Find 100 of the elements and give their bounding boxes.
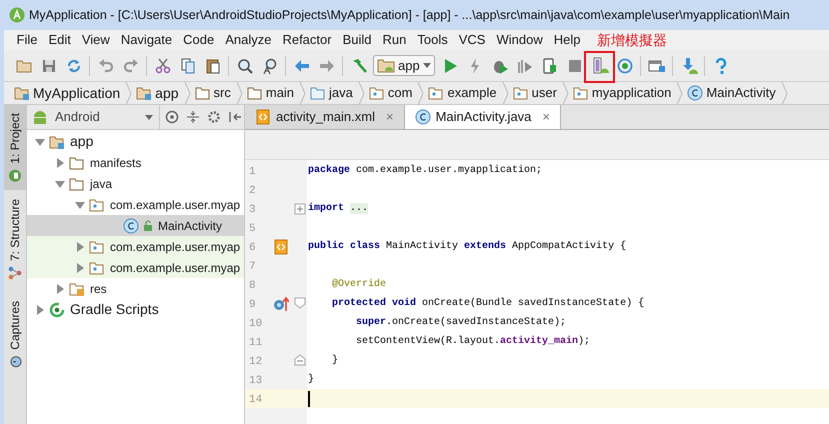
line-number: 3 bbox=[249, 204, 256, 216]
camera-icon bbox=[8, 354, 22, 369]
avd-manager-icon[interactable] bbox=[590, 56, 608, 74]
breadcrumb-item[interactable]: myapplication bbox=[572, 82, 676, 104]
menu-item[interactable]: Code bbox=[178, 30, 220, 50]
replace-icon[interactable] bbox=[260, 56, 278, 74]
tree-item[interactable]: res bbox=[27, 278, 244, 299]
layout-file-icon bbox=[255, 109, 271, 125]
collapsed-arrow-icon[interactable] bbox=[55, 158, 65, 168]
tree-item[interactable]: com.example.user.myap bbox=[27, 257, 244, 278]
breadcrumb-item[interactable]: user bbox=[512, 82, 562, 104]
tool-window-tab[interactable]: 7: Structure bbox=[4, 190, 26, 290]
text-caret bbox=[308, 390, 310, 406]
hide-panel-icon[interactable] bbox=[228, 110, 242, 124]
annotation-label: 新增模擬器 bbox=[597, 31, 667, 49]
code-line: super.onCreate(savedInstanceState); bbox=[355, 316, 566, 330]
menu-item[interactable]: View bbox=[76, 30, 116, 50]
code-line: public class MainActivity extends AppCompatActivity { bbox=[308, 240, 626, 254]
line-number: 2 bbox=[249, 185, 256, 198]
expanded-arrow-icon[interactable] bbox=[35, 136, 45, 146]
menu-item[interactable]: Build bbox=[337, 30, 378, 50]
package-icon bbox=[89, 260, 105, 276]
line-number: 1 bbox=[249, 166, 256, 178]
structure-icon bbox=[8, 266, 22, 281]
cut-icon[interactable] bbox=[154, 56, 172, 74]
line-number: 12 bbox=[249, 356, 262, 368]
device-icon[interactable] bbox=[540, 56, 558, 74]
breadcrumb-item[interactable]: app bbox=[136, 82, 184, 104]
copy-icon[interactable] bbox=[178, 56, 196, 74]
breadcrumb-item[interactable]: java bbox=[310, 82, 358, 104]
fold-marker-icon[interactable] bbox=[294, 354, 306, 367]
tree-item[interactable]: java bbox=[27, 173, 244, 194]
editor-tab[interactable]: MainActivity.java × bbox=[404, 105, 561, 129]
tree-item[interactable]: manifests bbox=[27, 152, 244, 173]
redo-icon[interactable] bbox=[122, 56, 140, 74]
expanded-arrow-icon[interactable] bbox=[75, 200, 85, 210]
menu-item[interactable]: VCS bbox=[453, 30, 491, 50]
expand-fold-icon[interactable] bbox=[294, 202, 306, 215]
tool-window-tab[interactable]: 1: Project bbox=[4, 105, 26, 190]
dropdown-caret-icon bbox=[144, 114, 153, 120]
menu-item[interactable]: File bbox=[11, 30, 43, 50]
run-configuration-dropdown[interactable]: app bbox=[373, 55, 435, 76]
folder-icon bbox=[69, 176, 85, 192]
collapsed-arrow-icon[interactable] bbox=[75, 242, 85, 252]
collapse-icon[interactable] bbox=[186, 110, 200, 124]
breadcrumb-item[interactable]: MyApplication bbox=[14, 82, 126, 104]
folder-icon bbox=[69, 154, 85, 170]
collapsed-arrow-icon[interactable] bbox=[75, 262, 85, 272]
tree-item[interactable]: app bbox=[27, 131, 244, 152]
package-icon bbox=[572, 85, 589, 101]
collapsed-arrow-icon[interactable] bbox=[35, 304, 45, 314]
paste-icon[interactable] bbox=[204, 56, 222, 74]
tree-item[interactable]: com.example.user.myap bbox=[27, 236, 244, 257]
line-number: 5 bbox=[249, 223, 256, 236]
gear-icon[interactable] bbox=[207, 110, 222, 124]
breadcrumb-item[interactable]: example bbox=[428, 82, 502, 104]
menu-item[interactable]: Navigate bbox=[115, 30, 178, 50]
menu-item[interactable]: Run bbox=[377, 30, 412, 50]
tool-window-tab[interactable]: Captures bbox=[4, 290, 26, 380]
line-number: 10 bbox=[249, 318, 262, 330]
target-icon[interactable] bbox=[165, 110, 180, 124]
editor-tab[interactable]: activity_main.xml × bbox=[245, 105, 405, 129]
menu-item[interactable]: Window bbox=[490, 30, 548, 50]
fold-marker-icon[interactable] bbox=[294, 297, 306, 310]
folder-icon bbox=[310, 85, 326, 101]
override-method-icon[interactable] bbox=[273, 296, 289, 312]
layout-file-icon[interactable] bbox=[273, 238, 289, 254]
line-number: 6 bbox=[249, 242, 256, 254]
menu-item[interactable]: Help bbox=[548, 30, 586, 50]
folder-icon bbox=[69, 280, 85, 296]
menu-item[interactable]: Analyze bbox=[220, 30, 277, 50]
tree-item[interactable]: MainActivity bbox=[27, 215, 244, 236]
menu-item[interactable]: Refactor bbox=[276, 30, 338, 50]
breadcrumb-item[interactable]: src bbox=[194, 82, 236, 104]
collapsed-arrow-icon[interactable] bbox=[55, 284, 65, 294]
close-tab-button[interactable]: × bbox=[542, 107, 550, 127]
expanded-arrow-icon[interactable] bbox=[55, 178, 65, 188]
menu-item[interactable]: Edit bbox=[42, 30, 76, 50]
search-icon[interactable] bbox=[236, 56, 254, 74]
tree-item[interactable]: com.example.user.myap bbox=[27, 194, 244, 215]
package-icon bbox=[512, 85, 529, 101]
lock-icon bbox=[143, 220, 153, 231]
breadcrumb-item[interactable]: main bbox=[246, 82, 300, 104]
sdk-sync-icon[interactable] bbox=[616, 56, 634, 74]
code-line: setContentView(R.layout.activity_main); bbox=[355, 334, 590, 349]
package-icon bbox=[368, 85, 385, 101]
menu-item[interactable]: Tools bbox=[412, 30, 454, 50]
undo-icon[interactable] bbox=[96, 56, 114, 74]
line-number: 14 bbox=[249, 394, 262, 406]
folder-icon bbox=[49, 134, 65, 150]
breadcrumb-item[interactable]: MainActivity bbox=[687, 82, 781, 104]
folder-icon bbox=[136, 85, 152, 101]
line-number: 9 bbox=[249, 299, 256, 312]
tree-item[interactable]: Gradle Scripts bbox=[27, 299, 244, 320]
folder-icon bbox=[246, 85, 263, 101]
code-line: } bbox=[308, 372, 314, 387]
highlight-frame bbox=[584, 51, 615, 83]
breadcrumb-item[interactable]: com bbox=[368, 82, 418, 104]
package-icon bbox=[428, 85, 444, 101]
gradle-icon bbox=[49, 302, 65, 318]
